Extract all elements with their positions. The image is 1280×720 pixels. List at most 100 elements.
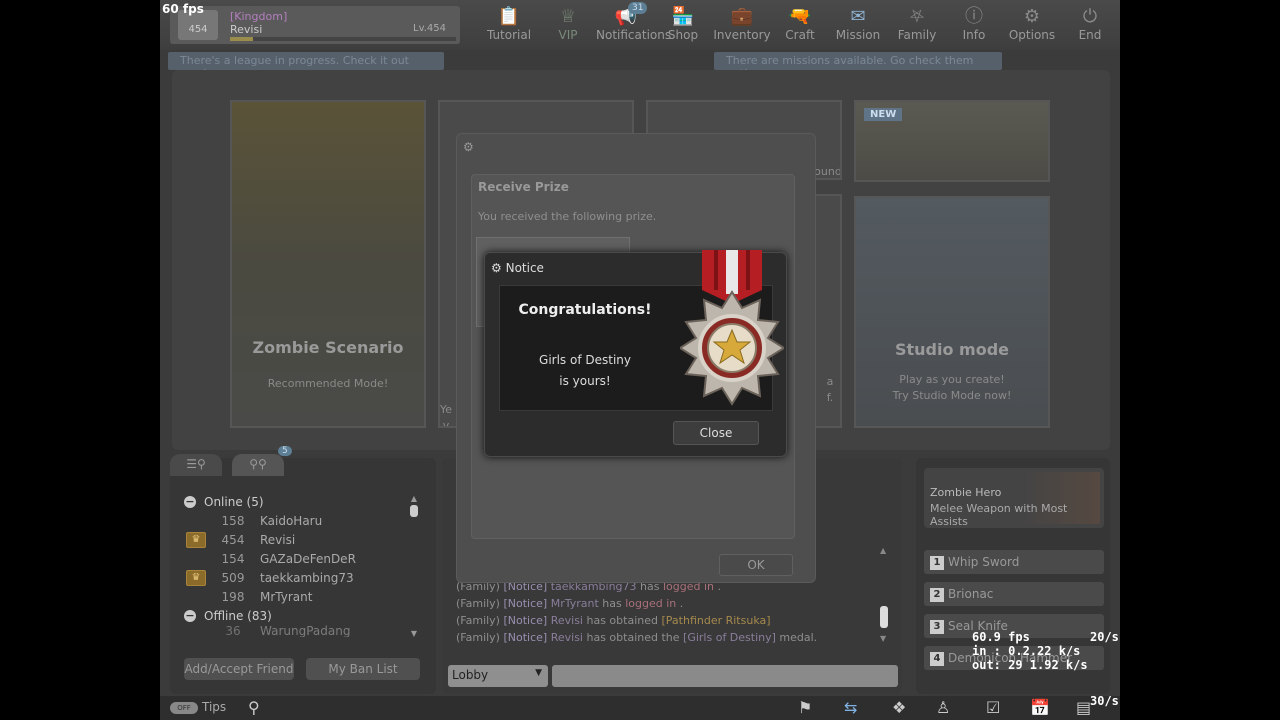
close-button[interactable]: Close <box>673 421 759 445</box>
ok-button[interactable]: OK <box>719 554 793 576</box>
friend-level: 158 <box>221 513 245 528</box>
nav-craft[interactable]: 🔫 Craft <box>770 6 830 46</box>
mode-subtitle: Play as you create! <box>899 373 1005 386</box>
group-label: Online (5) <box>204 494 264 509</box>
chat-channel-select[interactable]: Lobby ▼ <box>448 665 548 687</box>
chat-name: Revisi <box>550 614 583 627</box>
weapon-slot-2[interactable]: 2 Brionac <box>924 582 1104 606</box>
list-item[interactable]: 198 MrTyrant <box>178 587 406 606</box>
list-item[interactable]: ♛ 509 taekkambing73 <box>178 568 406 587</box>
chat-name: MrTyrant <box>550 597 599 610</box>
game-lobby: 454 [Kingdom] Revisi Lv.454 📋 Tutorial ♕ V… <box>160 0 1120 720</box>
friend-level: 454 <box>221 532 245 547</box>
player-card[interactable]: 454 [Kingdom] Revisi Lv.454 <box>170 6 460 44</box>
friends-icon: ⚲⚲ <box>249 457 267 471</box>
friends-panel: ☰⚲ ⚲⚲ 5 − Online (5) 158 KaidoHaru ♛ 454 Revis… <box>170 446 436 694</box>
friend-name: GAZaDeFenDeR <box>260 551 356 566</box>
steam-icon: ⚙ <box>463 140 474 154</box>
friend-name: Revisi <box>260 532 296 547</box>
chat-line: (Family) [Notice] Revisi has obtained th… <box>456 629 876 646</box>
chat-line: (Family) [Notice] Revisi has obtained [P… <box>456 612 876 629</box>
list-item[interactable]: 158 KaidoHaru <box>178 511 406 530</box>
scroll-down-icon[interactable]: ▼ <box>410 629 418 638</box>
scroll-up-icon[interactable]: ▲ <box>410 494 418 503</box>
player-level: Lv.454 <box>413 23 446 34</box>
medal-icon <box>680 250 784 406</box>
list-item[interactable]: ♛ 454 Revisi <box>178 530 406 549</box>
nav-end[interactable]: ⏻ End <box>1060 6 1120 46</box>
player-guild: [Kingdom] <box>230 10 288 23</box>
letterbox-left <box>0 0 160 720</box>
list-item[interactable]: 154 GAZaDeFenDeR <box>178 549 406 568</box>
rate-stat: 20/s <box>1090 630 1119 644</box>
top-bar: 454 [Kingdom] Revisi Lv.454 📋 Tutorial ♕ V… <box>160 0 1120 50</box>
runner-icon[interactable]: ♙ <box>936 698 950 717</box>
chat-family: (Family) <box>456 631 500 644</box>
toggle-switch[interactable]: OFF <box>170 701 198 714</box>
friends-count-badge: 5 <box>278 446 292 456</box>
fps-stat: 60.9 fps <box>972 630 1030 644</box>
zombie-hero-card[interactable]: Zombie Hero Melee Weapon with Most Assis… <box>924 468 1104 528</box>
calendar-icon[interactable]: 📅 <box>1030 698 1050 717</box>
medal-suffix: is yours! <box>559 374 611 388</box>
chat-notice: [Notice] <box>503 597 548 610</box>
group-offline[interactable]: − Offline (83) <box>178 606 406 625</box>
mode-card-zombie[interactable]: Zombie Scenario Recommended Mode! <box>230 100 426 428</box>
craft-icon: 🔫 <box>788 6 812 27</box>
missions-banner[interactable]: There are missions available. Go check t… <box>714 52 1002 80</box>
tab-list[interactable]: ☰⚲ <box>170 454 222 476</box>
scroll-up-icon[interactable]: ▲ <box>880 546 886 555</box>
nav-notifications[interactable]: 📢 31 Notifications <box>596 2 671 46</box>
friend-list-scrollbar[interactable]: ▲ ▼ <box>410 494 418 638</box>
nav-shop[interactable]: 🏪 Shop <box>653 6 713 46</box>
nav-family[interactable]: ⛧ Family <box>887 6 947 46</box>
notice-dialog: ⚙ Notice Congratulations! Girls of Desti… <box>484 250 787 457</box>
nav-options[interactable]: ⚙ Options <box>1002 6 1062 46</box>
letterbox-right <box>1120 0 1280 720</box>
nav-mission[interactable]: ✉ Mission <box>828 6 888 46</box>
nav-label: Info <box>962 28 986 42</box>
notice-title: Notice <box>505 261 544 275</box>
steam-icon: ⚙ <box>491 261 502 275</box>
nav-inventory[interactable]: 💼 Inventory <box>712 6 772 46</box>
chat-family: (Family) <box>456 597 500 610</box>
scroll-thumb[interactable] <box>410 505 418 517</box>
tips-toggle[interactable]: OFF Tips <box>170 700 226 714</box>
power-icon: ⏻ <box>1082 6 1098 27</box>
search-icon[interactable]: ⚲ <box>248 698 260 717</box>
bottom-toolbar: OFF Tips ⚲ ⚑ ⇆ ❖ ♙ ☑ 📅 ▤ <box>160 696 1120 720</box>
friend-list: − Online (5) 158 KaidoHaru ♛ 454 Revisi 154 GAZ… <box>178 492 406 642</box>
nav-tutorial[interactable]: 📋 Tutorial <box>479 6 539 46</box>
group-online[interactable]: − Online (5) <box>178 492 406 511</box>
tab-friends[interactable]: ⚲⚲ 5 <box>232 446 292 476</box>
checklist-icon[interactable]: ☑ <box>986 698 1000 717</box>
nav-info[interactable]: ⓘ Info <box>944 6 1004 46</box>
ban-list-button[interactable]: My Ban List <box>306 658 420 680</box>
swap-icon[interactable]: ⇆ <box>844 698 857 717</box>
megaphone-icon: 📢 <box>614 6 638 27</box>
league-banner[interactable]: There's a league in progress. Check it o… <box>168 52 444 80</box>
chat-input[interactable] <box>552 665 898 687</box>
tutorial-icon: 📋 <box>497 6 521 27</box>
friend-name: MrTyrant <box>260 589 313 604</box>
weapon-slot-1[interactable]: 1 Whip Sword <box>924 550 1104 574</box>
film-icon[interactable]: ▤ <box>1076 698 1091 717</box>
nav-label: Mission <box>835 28 881 42</box>
mode-card-new[interactable]: NEW <box>854 100 1050 182</box>
hero-subtitle: Melee Weapon with Most Assists <box>930 502 1068 528</box>
in-rate: in : 0.2.22 k/s <box>972 644 1081 658</box>
prize-message: You received the following prize. <box>478 210 657 223</box>
mode-subtitle: Try Studio Mode now! <box>892 389 1012 402</box>
scroll-down-icon[interactable]: ▼ <box>880 634 886 643</box>
notification-count: 31 <box>628 2 648 14</box>
mode-card-studio[interactable]: Studio mode Play as you create! Try Stud… <box>854 196 1050 428</box>
flag-icon[interactable]: ⚑ <box>798 698 812 717</box>
nav-vip[interactable]: ♕ VIP <box>538 6 598 46</box>
compass-icon[interactable]: ❖ <box>892 698 906 717</box>
vip-crown-icon: ♕ <box>559 6 577 27</box>
add-friend-button[interactable]: Add/Accept Friend <box>184 658 294 680</box>
nav-label: Tutorial <box>486 28 532 42</box>
chat-scroll-thumb[interactable] <box>880 606 888 628</box>
shop-icon: 🏪 <box>671 6 695 27</box>
list-item[interactable]: 36 WarungPadang <box>178 625 406 637</box>
